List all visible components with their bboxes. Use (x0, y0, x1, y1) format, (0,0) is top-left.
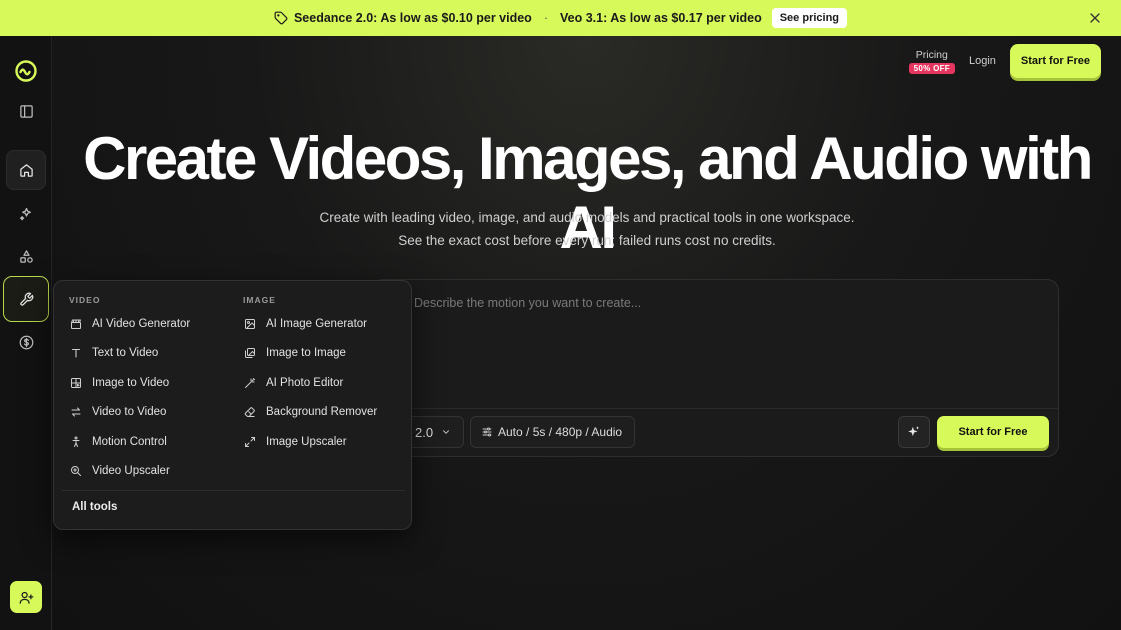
generation-settings-select[interactable]: Auto / 5s / 480p / Audio (470, 416, 635, 448)
login-link[interactable]: Login (969, 55, 996, 67)
all-tools-link[interactable]: All tools (72, 501, 117, 513)
video-tools-column: VIDEO AI Video Generator Text to Video I… (68, 295, 190, 486)
panel-toggle-icon[interactable] (6, 91, 46, 131)
discount-badge: 50% OFF (908, 62, 955, 74)
eraser-icon (244, 406, 256, 418)
menu-item-label: Background Remover (266, 406, 378, 419)
wand-icon (244, 377, 256, 389)
sidebar (0, 36, 52, 630)
sliders-icon (481, 426, 493, 438)
menu-divider (62, 490, 405, 491)
model-value: 2.0 (415, 424, 434, 440)
menu-item-label: Video to Video (92, 406, 167, 419)
menu-item-motion-control[interactable]: Motion Control (68, 427, 190, 457)
menu-item-label: Video Upscaler (92, 465, 170, 478)
shapes-icon[interactable] (6, 236, 46, 276)
menu-item-label: Image to Video (92, 376, 170, 389)
top-nav: Pricing 50% OFF Login Start for Free (908, 44, 1101, 78)
settings-value: Auto / 5s / 480p / Audio (498, 425, 623, 439)
add-user-icon[interactable] (10, 581, 42, 613)
menu-item-video-upscaler[interactable]: Video Upscaler (68, 457, 190, 487)
menu-item-label: AI Image Generator (266, 317, 367, 330)
pricing-label[interactable]: Pricing (916, 49, 948, 61)
expand-icon (244, 436, 256, 448)
menu-item-label: AI Video Generator (92, 317, 191, 330)
image-video-icon (70, 377, 82, 389)
menu-item-video-to-video[interactable]: Video to Video (68, 398, 190, 428)
banner-separator: · (543, 11, 548, 25)
swap-icon (70, 406, 82, 418)
promo-seedance[interactable]: Seedance 2.0: As low as $0.10 per video (294, 11, 532, 25)
menu-item-label: Image to Image (266, 347, 346, 360)
menu-item-label: Text to Video (92, 347, 159, 360)
close-icon[interactable] (1087, 10, 1103, 26)
menu-item-label: AI Photo Editor (266, 376, 344, 389)
menu-item-text-to-video[interactable]: Text to Video (68, 339, 190, 369)
prompt-input[interactable]: Describe the motion you want to create..… (414, 296, 641, 310)
menu-item-label: Image Upscaler (266, 435, 347, 448)
home-icon[interactable] (6, 150, 46, 190)
image-tools-column: IMAGE AI Image Generator Image to Image … (242, 295, 377, 457)
menu-item-label: Motion Control (92, 435, 167, 448)
tag-icon (274, 11, 288, 25)
start-for-free-button[interactable]: Start for Free (1009, 44, 1101, 78)
magic-sparkle-icon (907, 425, 921, 439)
dollar-icon[interactable] (6, 322, 46, 362)
logo-icon[interactable] (6, 51, 46, 91)
promo-veo[interactable]: Veo 3.1: As low as $0.17 per video (560, 11, 762, 25)
see-pricing-button[interactable]: See pricing (771, 8, 848, 28)
announcement-banner: Seedance 2.0: As low as $0.10 per video … (0, 0, 1121, 36)
sparkles-icon[interactable] (6, 193, 46, 233)
clapperboard-icon (70, 318, 82, 330)
video-heading: VIDEO (69, 295, 101, 305)
menu-item-ai-image-generator[interactable]: AI Image Generator (242, 309, 377, 339)
menu-item-background-remover[interactable]: Background Remover (242, 398, 377, 428)
wrench-icon[interactable] (3, 276, 49, 322)
prompt-start-button[interactable]: Start for Free (937, 416, 1049, 448)
menu-item-ai-video-generator[interactable]: AI Video Generator (68, 309, 190, 339)
menu-item-ai-photo-editor[interactable]: AI Photo Editor (242, 368, 377, 398)
prompt-box: Describe the motion you want to create..… (371, 279, 1059, 457)
hero-subtitle-line1: Create with leading video, image, and au… (319, 210, 855, 225)
hero-subtitle-line2: See the exact cost before every run; fai… (398, 233, 776, 248)
text-icon (70, 347, 82, 359)
tools-dropdown: VIDEO AI Video Generator Text to Video I… (53, 280, 412, 530)
enhance-prompt-button[interactable] (898, 416, 930, 448)
hero-subtitle: Create with leading video, image, and au… (53, 206, 1121, 252)
images-icon (244, 347, 256, 359)
menu-item-image-to-video[interactable]: Image to Video (68, 368, 190, 398)
image-heading: IMAGE (243, 295, 276, 305)
person-icon (70, 436, 82, 448)
prompt-divider (372, 408, 1058, 409)
zoom-icon (70, 465, 82, 477)
menu-item-image-to-image[interactable]: Image to Image (242, 339, 377, 369)
menu-item-image-upscaler[interactable]: Image Upscaler (242, 427, 377, 457)
pricing-link[interactable]: Pricing 50% OFF (908, 49, 955, 74)
chevron-down-icon (441, 427, 451, 437)
image-icon (244, 318, 256, 330)
